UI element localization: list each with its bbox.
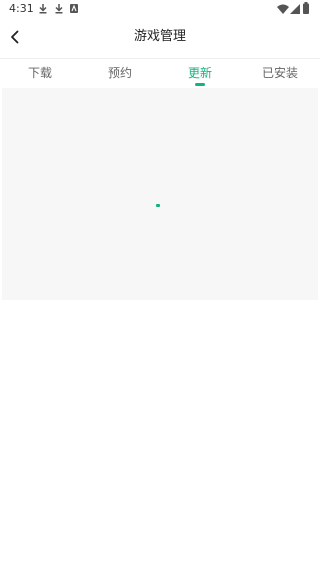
status-bar: 4:31 [0, 0, 320, 18]
page-title: 游戏管理 [133, 29, 186, 44]
tab-bar: 下载 预约 更新 已安装 [0, 59, 320, 87]
wifi-icon [277, 4, 289, 14]
tab-update[interactable]: 更新 [160, 59, 240, 87]
status-time: 4:31 [9, 2, 34, 15]
battery-icon [303, 2, 309, 14]
app-notification-icon [70, 4, 78, 13]
signal-icon [290, 4, 300, 14]
screen: 4:31 游戏管理 下载 预约 更新 已安装 [0, 0, 320, 569]
loading-indicator [156, 204, 160, 207]
header: 游戏管理 [0, 18, 320, 59]
update-list-area [2, 88, 318, 300]
tab-label: 已安装 [261, 66, 298, 80]
tab-installed[interactable]: 已安装 [240, 59, 320, 87]
tab-download[interactable]: 下载 [0, 59, 80, 87]
tab-label: 下载 [27, 66, 52, 80]
download-icon [39, 4, 47, 14]
active-tab-indicator [195, 83, 205, 86]
download-icon [55, 4, 63, 14]
tab-label: 预约 [107, 66, 132, 80]
tab-reservation[interactable]: 预约 [80, 59, 160, 87]
tab-label: 更新 [187, 66, 212, 80]
